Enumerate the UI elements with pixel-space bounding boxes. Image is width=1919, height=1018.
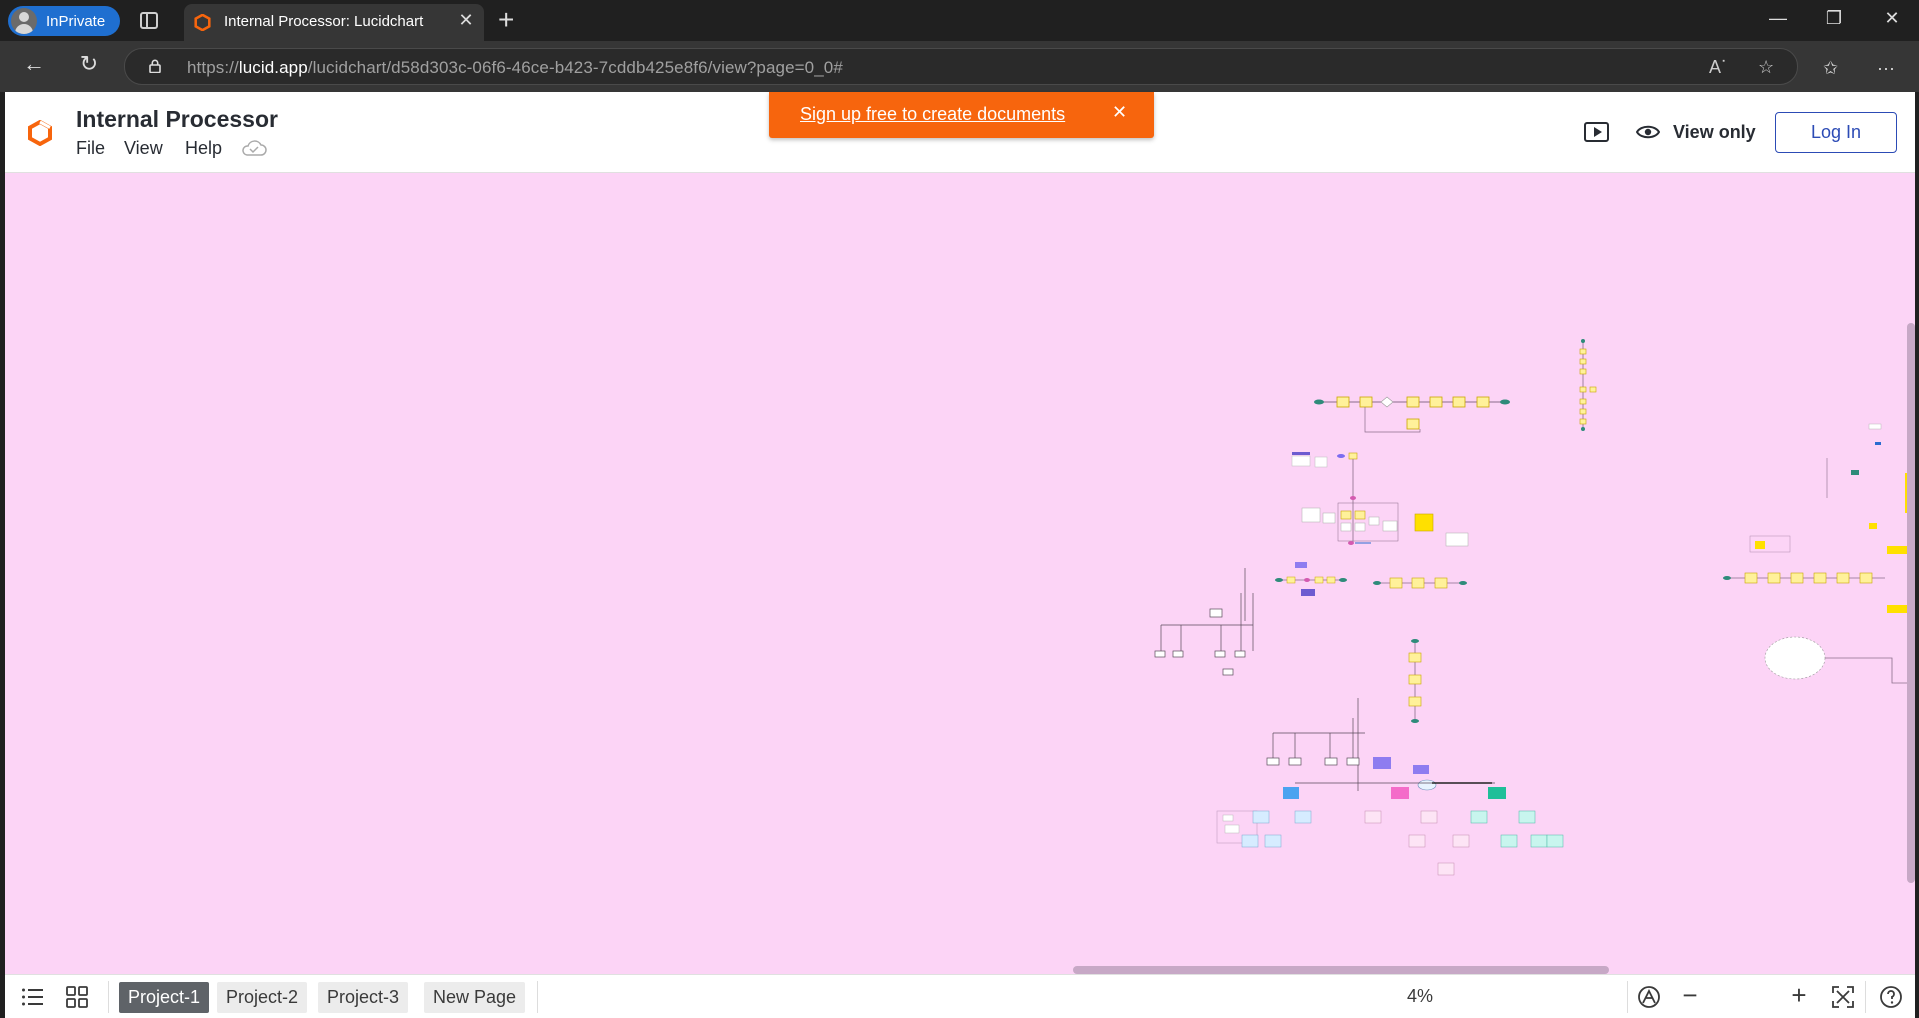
signup-link[interactable]: Sign up free to create documents (800, 104, 1065, 125)
diagram-canvas[interactable] (5, 173, 1915, 974)
horizontal-scrollbar[interactable] (1073, 966, 1609, 974)
address-bar[interactable]: https://lucid.app/lucidchart/d58d303c-06… (124, 48, 1798, 85)
flow-vertical-right (1579, 339, 1597, 431)
zoom-out-button[interactable]: − (1677, 980, 1703, 1011)
minimize-icon[interactable]: — (1758, 8, 1798, 29)
org-chart-bottom (1216, 757, 1564, 876)
restore-icon[interactable]: ❐ (1814, 8, 1854, 29)
url-text: https://lucid.app/lucidchart/d58d303c-06… (187, 58, 843, 77)
menu-help[interactable]: Help (185, 138, 222, 159)
divider (108, 981, 109, 1013)
page-tab-new-page[interactable]: New Page (424, 982, 526, 1013)
browser-tab-active[interactable]: Internal Processor: Lucidchart ✕ (184, 4, 484, 41)
back-icon[interactable]: ← (18, 51, 50, 77)
zoom-in-button[interactable]: + (1786, 980, 1812, 1011)
page-footer: Project-1 Project-2 Project-3 New Page −… (5, 974, 1915, 1018)
banner-close-icon[interactable]: ✕ (1112, 102, 1127, 123)
flow-top (1314, 396, 1510, 433)
favorite-star-icon[interactable]: ☆ (1758, 57, 1774, 78)
tree-mid (1266, 698, 1365, 791)
help-icon[interactable] (1879, 985, 1903, 1009)
lucid-app: Internal Processor File View Help Sign u… (5, 92, 1915, 1018)
zoom-level[interactable]: 4% (1407, 986, 1433, 1007)
page-list-icon[interactable] (21, 985, 45, 1009)
window-close-icon[interactable]: ✕ (1872, 8, 1912, 29)
read-aloud-icon[interactable]: Aᐝ (1709, 57, 1726, 78)
page-tab-project-3[interactable]: Project-3 (318, 982, 409, 1013)
cluster-center (1291, 452, 1469, 547)
document-title: Internal Processor (76, 106, 278, 132)
inprivate-profile-button[interactable]: InPrivate (8, 6, 120, 36)
favorites-icon[interactable]: ✩ (1823, 58, 1838, 79)
divider (537, 981, 538, 1013)
refresh-icon[interactable]: ↻ (73, 51, 105, 77)
lock-icon[interactable] (149, 59, 161, 73)
signup-banner: Sign up free to create documents ✕ (769, 92, 1154, 138)
divider (1627, 981, 1628, 1013)
lucid-logo-icon[interactable] (27, 120, 53, 146)
flow-vertical-mid (1408, 639, 1422, 723)
eye-icon (1636, 125, 1660, 139)
inprivate-label: InPrivate (46, 12, 106, 30)
presentation-play-icon[interactable] (1584, 122, 1609, 142)
fit-to-screen-icon[interactable] (1831, 985, 1855, 1009)
login-button[interactable]: Log In (1775, 112, 1897, 153)
tab-actions-icon[interactable] (140, 12, 158, 29)
browser-titlebar: InPrivate Internal Processor: Lucidchart… (0, 0, 1919, 41)
avatar (11, 8, 37, 34)
page-tab-project-2[interactable]: Project-2 (217, 982, 308, 1013)
menu-file[interactable]: File (76, 138, 105, 159)
lucid-favicon-icon (194, 14, 211, 31)
more-options-icon[interactable]: ··· (1877, 58, 1895, 79)
divider (1865, 981, 1866, 1013)
app-header: Internal Processor File View Help Sign u… (5, 92, 1915, 173)
new-tab-button[interactable]: + (498, 4, 514, 36)
tab-close-icon[interactable]: ✕ (454, 10, 478, 31)
page-tab-project-1[interactable]: Project-1 (119, 982, 210, 1013)
accessibility-icon[interactable] (1637, 985, 1661, 1009)
page-grid-icon[interactable] (65, 985, 89, 1009)
tree-left (1154, 568, 1254, 676)
cloud-saved-icon (242, 140, 267, 156)
menu-view[interactable]: View (124, 138, 163, 159)
address-toolbar: ← ↻ https://lucid.app/lucidchart/d58d303… (0, 41, 1919, 92)
tab-title: Internal Processor: Lucidchart (224, 13, 424, 30)
diagram-content (1154, 339, 1915, 876)
flow-right (1723, 423, 1915, 684)
flow-mid (1275, 562, 1467, 596)
view-only-label[interactable]: View only (1673, 122, 1756, 143)
vertical-scrollbar[interactable] (1907, 323, 1915, 883)
